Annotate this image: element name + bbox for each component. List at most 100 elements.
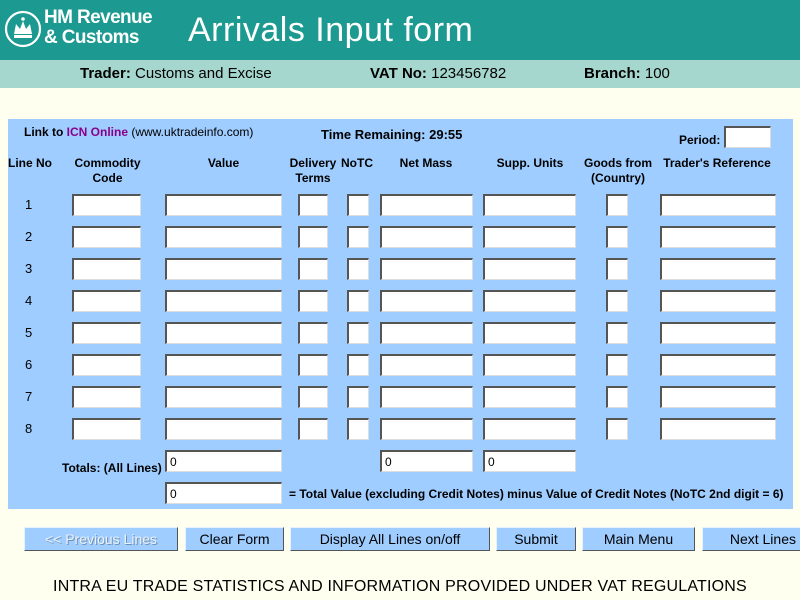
supp-units-input[interactable] [483, 418, 576, 440]
notc-input[interactable] [347, 322, 369, 344]
supp-units-input[interactable] [483, 386, 576, 408]
total-net-mass-field[interactable] [380, 450, 473, 472]
traders-reference-input[interactable] [660, 322, 776, 344]
goods-from-input[interactable] [606, 258, 628, 280]
delivery-terms-input[interactable] [298, 290, 328, 312]
link-prefix: Link to [24, 125, 67, 139]
traders-reference-input[interactable] [660, 226, 776, 248]
delivery-terms-input[interactable] [298, 226, 328, 248]
traders-reference-input[interactable] [660, 290, 776, 312]
branch-label: Branch: [584, 65, 641, 82]
page-title: Arrivals Input form [188, 11, 474, 49]
supp-units-input[interactable] [483, 258, 576, 280]
notc-input[interactable] [347, 258, 369, 280]
period-input[interactable] [724, 126, 771, 148]
next-lines-button[interactable]: Next Lines [702, 527, 800, 551]
notc-input[interactable] [347, 290, 369, 312]
delivery-terms-input[interactable] [298, 322, 328, 344]
net-mass-input[interactable] [380, 322, 473, 344]
total-value-field[interactable] [165, 450, 282, 472]
commodity-code-input[interactable] [72, 290, 141, 312]
previous-lines-button[interactable]: << Previous Lines [24, 527, 178, 551]
main-menu-button[interactable]: Main Menu [582, 527, 695, 551]
commodity-code-input[interactable] [72, 418, 141, 440]
commodity-header-line1: Commodity [74, 156, 141, 170]
net-mass-input[interactable] [380, 290, 473, 312]
notc-input[interactable] [347, 226, 369, 248]
total-supp-units-field[interactable] [483, 450, 576, 472]
line-number: 1 [25, 197, 33, 212]
line-number: 2 [25, 229, 33, 244]
goods-from-input[interactable] [606, 354, 628, 376]
delivery-terms-input[interactable] [298, 418, 328, 440]
notc-input[interactable] [347, 194, 369, 216]
net-mass-input[interactable] [380, 418, 473, 440]
period-label: Period: [679, 133, 721, 147]
commodity-code-input[interactable] [72, 386, 141, 408]
traders-reference-input[interactable] [660, 418, 776, 440]
trader-value: Customs and Excise [135, 65, 272, 82]
delivery-header-line1: Delivery [289, 156, 337, 170]
traders-reference-input[interactable] [660, 354, 776, 376]
commodity-code-input[interactable] [72, 194, 141, 216]
net-mass-input[interactable] [380, 194, 473, 216]
trader-info: Trader: Customs and Excise [80, 65, 272, 82]
trader-info-bar: Trader: Customs and Excise VAT No: 12345… [0, 60, 800, 88]
line-number: 6 [25, 357, 33, 372]
net-mass-input[interactable] [380, 386, 473, 408]
icn-online-link[interactable]: ICN Online [67, 125, 128, 139]
goods-header-line1: Goods from [584, 156, 652, 170]
notc-input[interactable] [347, 418, 369, 440]
submit-button[interactable]: Submit [496, 527, 576, 551]
net-mass-input[interactable] [380, 354, 473, 376]
traders-reference-input[interactable] [660, 258, 776, 280]
traders-reference-input[interactable] [660, 194, 776, 216]
value-input[interactable] [165, 386, 282, 408]
commodity-code-input[interactable] [72, 354, 141, 376]
vat-label: VAT No: [370, 65, 427, 82]
delivery-terms-input[interactable] [298, 258, 328, 280]
delivery-terms-input[interactable] [298, 194, 328, 216]
net-total-value-field[interactable] [165, 482, 282, 504]
commodity-header-line2: Code [92, 171, 123, 185]
commodity-code-input[interactable] [72, 322, 141, 344]
supp-units-input[interactable] [483, 354, 576, 376]
header-bar: HM Revenue & Customs Arrivals Input form [0, 0, 800, 60]
col-header-delivery: Delivery Terms [287, 156, 339, 186]
supp-units-input[interactable] [483, 194, 576, 216]
logo-text-line1: HM Revenue [44, 7, 153, 28]
goods-from-input[interactable] [606, 194, 628, 216]
traders-reference-input[interactable] [660, 386, 776, 408]
net-mass-input[interactable] [380, 258, 473, 280]
goods-from-input[interactable] [606, 290, 628, 312]
delivery-terms-input[interactable] [298, 386, 328, 408]
goods-from-input[interactable] [606, 418, 628, 440]
value-input[interactable] [165, 290, 282, 312]
col-header-traders-ref: Trader's Reference [663, 156, 771, 170]
supp-units-input[interactable] [483, 290, 576, 312]
value-input[interactable] [165, 418, 282, 440]
value-input[interactable] [165, 258, 282, 280]
goods-header-line2: (Country) [591, 171, 645, 185]
value-input[interactable] [165, 322, 282, 344]
value-input[interactable] [165, 226, 282, 248]
supp-units-input[interactable] [483, 322, 576, 344]
net-mass-input[interactable] [380, 226, 473, 248]
delivery-terms-input[interactable] [298, 354, 328, 376]
supp-units-input[interactable] [483, 226, 576, 248]
clear-form-button[interactable]: Clear Form [185, 527, 284, 551]
trader-label: Trader: [80, 65, 131, 82]
goods-from-input[interactable] [606, 322, 628, 344]
notc-input[interactable] [347, 386, 369, 408]
col-header-supp-units: Supp. Units [496, 156, 564, 170]
commodity-code-input[interactable] [72, 226, 141, 248]
icn-link-text: Link to ICN Online (www.uktradeinfo.com) [24, 125, 253, 139]
display-all-lines-button[interactable]: Display All Lines on/off [290, 527, 490, 551]
line-number: 8 [25, 421, 33, 436]
goods-from-input[interactable] [606, 386, 628, 408]
notc-input[interactable] [347, 354, 369, 376]
commodity-code-input[interactable] [72, 258, 141, 280]
goods-from-input[interactable] [606, 226, 628, 248]
value-input[interactable] [165, 354, 282, 376]
value-input[interactable] [165, 194, 282, 216]
